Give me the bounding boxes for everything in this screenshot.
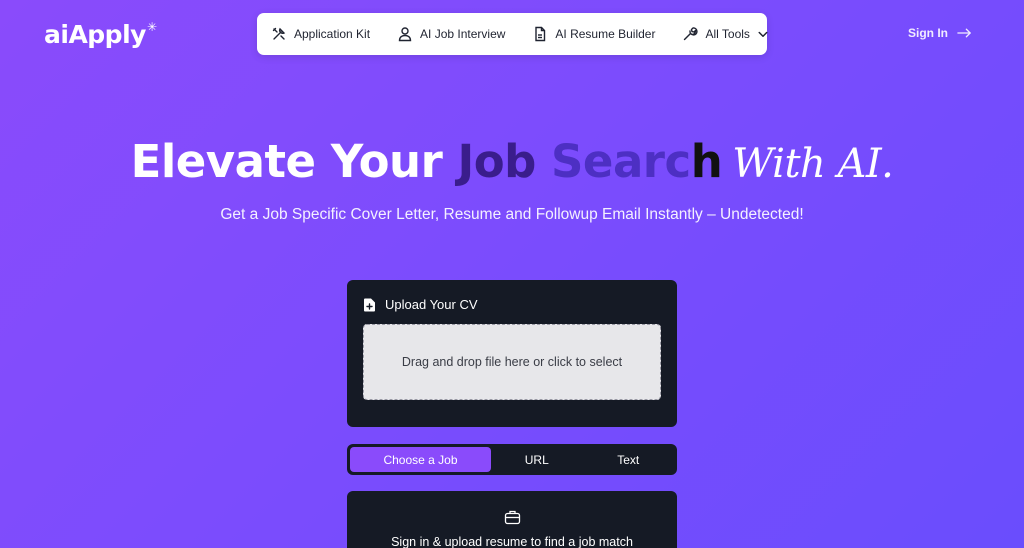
hero-title-part2: Job xyxy=(457,135,552,188)
job-source-tabs: Choose a Job URL Text xyxy=(347,444,677,475)
tab-label: URL xyxy=(524,452,549,467)
job-match-card: Sign in & upload resume to find a job ma… xyxy=(347,491,677,548)
tab-url[interactable]: URL xyxy=(491,447,583,472)
upload-heading: Upload Your CV xyxy=(363,297,661,312)
nav-label: AI Job Interview xyxy=(420,27,506,41)
sign-in-link[interactable]: Sign In xyxy=(908,26,972,40)
tools-icon xyxy=(272,27,286,40)
sparkle-icon: ✳ xyxy=(146,20,157,34)
upload-heading-label: Upload Your CV xyxy=(385,297,478,312)
arrow-right-icon xyxy=(957,28,972,38)
nav-label: All Tools xyxy=(705,27,750,41)
wrench-icon xyxy=(684,27,699,41)
hero-title-script: With AI. xyxy=(732,141,894,187)
job-match-text: Sign in & upload resume to find a job ma… xyxy=(391,535,633,548)
brand-logo[interactable]: aiApply✳ xyxy=(44,20,157,49)
document-icon xyxy=(535,26,546,42)
dropzone-text: Drag and drop file here or click to sele… xyxy=(401,355,623,369)
briefcase-icon xyxy=(504,510,520,525)
nav-item-ai-resume-builder[interactable]: AI Resume Builder xyxy=(532,26,655,42)
sign-in-label: Sign In xyxy=(908,26,948,40)
nav-label: AI Resume Builder xyxy=(555,27,656,41)
tab-text[interactable]: Text xyxy=(583,447,675,472)
chevron-down-icon xyxy=(758,31,768,37)
logo-text: aiApply xyxy=(44,20,146,49)
tab-label: Choose a Job xyxy=(383,452,458,467)
nav-item-application-kit[interactable]: Application Kit xyxy=(271,26,370,42)
tab-choose-a-job[interactable]: Choose a Job xyxy=(350,447,491,472)
hero-subtitle: Get a Job Specific Cover Letter, Resume … xyxy=(220,206,804,223)
hero-title-part3: Searc xyxy=(551,135,691,188)
hero-title-part1: Elevate Your xyxy=(130,135,458,188)
nav-item-ai-job-interview[interactable]: AI Job Interview xyxy=(397,26,505,42)
nav-label: Application Kit xyxy=(294,27,371,41)
upload-cv-card: Upload Your CV Drag and drop file here o… xyxy=(347,280,677,427)
hero-title-cursor: h xyxy=(690,135,723,188)
file-dropzone[interactable]: Drag and drop file here or click to sele… xyxy=(363,324,661,400)
hero-title: Elevate Your Job Search With AI. xyxy=(0,135,1024,188)
tab-label: Text xyxy=(617,452,640,467)
user-icon xyxy=(398,27,412,42)
top-navigation: Application Kit AI Job Interview AI Resu… xyxy=(257,13,768,55)
file-add-icon xyxy=(364,298,375,311)
nav-item-all-tools[interactable]: All Tools xyxy=(682,26,768,42)
